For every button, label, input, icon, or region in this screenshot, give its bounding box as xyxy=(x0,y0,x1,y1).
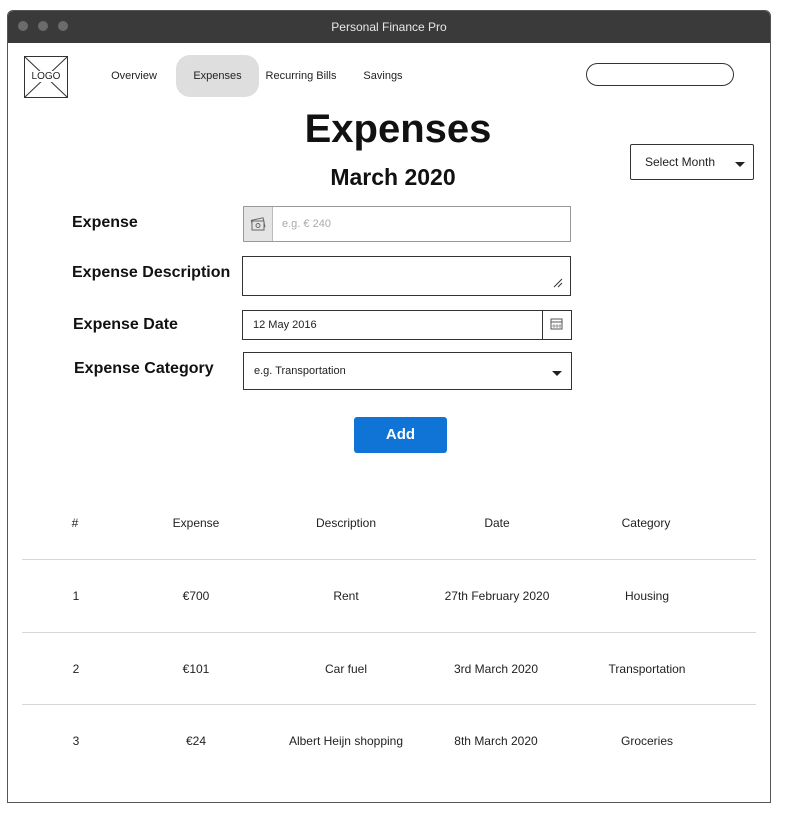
nav-item-overview[interactable]: Overview xyxy=(104,55,164,97)
table-header-category: Category xyxy=(621,516,671,530)
table-cell-date: 8th March 2020 xyxy=(454,734,538,748)
window-title: Personal Finance Pro xyxy=(331,20,447,34)
nav-item-expenses[interactable]: Expenses xyxy=(176,55,259,97)
table-header-description: Description xyxy=(315,516,377,530)
table-header-expense: Expense xyxy=(172,516,220,530)
money-icon xyxy=(244,207,273,241)
table-cell-number: 2 xyxy=(72,662,80,676)
table-cell-description: Albert Heijn shopping xyxy=(288,734,404,748)
table-cell-category: Groceries xyxy=(620,734,673,748)
month-select[interactable]: Select Month xyxy=(630,144,754,180)
chevron-down-icon xyxy=(552,371,562,376)
expense-label: Expense xyxy=(72,214,138,231)
table-cell-expense: €24 xyxy=(185,734,207,748)
title-bar: Personal Finance Pro xyxy=(8,11,770,43)
chevron-down-icon xyxy=(735,162,745,167)
table-divider xyxy=(22,704,756,705)
nav-item-savings[interactable]: Savings xyxy=(358,55,408,97)
table-cell-expense: €101 xyxy=(182,662,210,676)
logo-text: LOGO xyxy=(30,71,62,82)
table-cell-description: Car fuel xyxy=(324,662,368,676)
page-title: Expenses xyxy=(304,107,492,151)
table-cell-category: Transportation xyxy=(608,662,686,676)
logo[interactable]: LOGO xyxy=(24,56,68,98)
table-header-number: # xyxy=(71,516,79,530)
expense-date-value: 12 May 2016 xyxy=(253,319,317,331)
table-cell-number: 3 xyxy=(72,734,80,748)
search-input[interactable] xyxy=(586,63,734,86)
month-select-label: Select Month xyxy=(645,155,716,169)
expense-description-textarea[interactable] xyxy=(242,256,571,296)
expense-category-value: e.g. Transportation xyxy=(254,365,346,377)
expense-date-label: Expense Date xyxy=(73,316,178,333)
expense-date-input[interactable]: 12 May 2016 xyxy=(242,310,572,340)
table-cell-date: 27th February 2020 xyxy=(444,589,550,603)
table-cell-number: 1 xyxy=(72,589,80,603)
expense-category-label: Expense Category xyxy=(74,360,214,377)
expense-placeholder: e.g. € 240 xyxy=(282,218,331,230)
nav-item-recurring-bills[interactable]: Recurring Bills xyxy=(262,55,340,97)
page-subtitle: March 2020 xyxy=(330,164,456,190)
add-button[interactable]: Add xyxy=(354,417,447,453)
table-cell-expense: €700 xyxy=(182,589,210,603)
table-divider xyxy=(22,632,756,633)
table-cell-category: Housing xyxy=(624,589,670,603)
table-header-date: Date xyxy=(484,516,510,530)
expense-input[interactable]: e.g. € 240 xyxy=(243,206,571,242)
expense-category-select[interactable]: e.g. Transportation xyxy=(243,352,572,390)
calendar-icon xyxy=(550,318,563,330)
calendar-button[interactable] xyxy=(542,311,571,339)
table-divider xyxy=(22,559,756,560)
table-cell-date: 3rd March 2020 xyxy=(453,662,539,676)
app-window: Personal Finance Pro LOGO Overview Expen… xyxy=(7,10,771,803)
table-cell-description: Rent xyxy=(333,589,359,603)
expense-description-label: Expense Description xyxy=(72,264,231,281)
resize-handle-icon[interactable] xyxy=(553,278,563,288)
